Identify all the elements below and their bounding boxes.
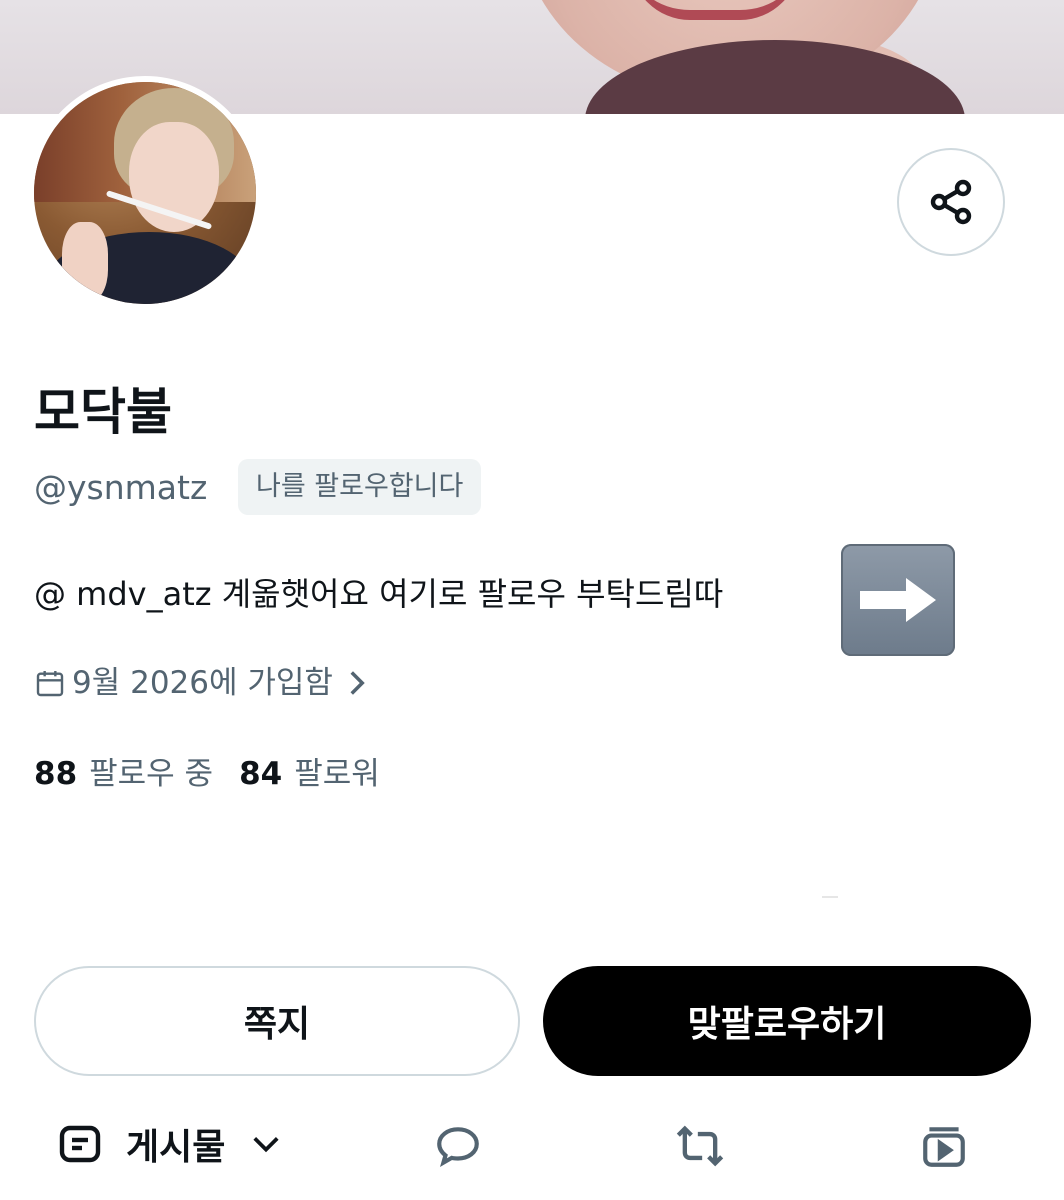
- follows-you-badge: 나를 팔로우합니다: [238, 459, 482, 515]
- calendar-icon: [36, 671, 64, 697]
- divider: [822, 896, 838, 898]
- tab-posts[interactable]: 게시물: [56, 1118, 281, 1170]
- avatar-image: [34, 82, 256, 304]
- avatar[interactable]: [28, 76, 262, 310]
- joined-date-text: 9월 2026에 가입함: [72, 665, 333, 701]
- chevron-down-icon: [253, 1137, 279, 1153]
- followers-link[interactable]: 84 팔로워: [239, 751, 380, 797]
- reply-icon: [437, 1127, 479, 1168]
- followers-label: 팔로워: [294, 756, 380, 792]
- tab-replies[interactable]: [430, 1118, 486, 1174]
- joined-date[interactable]: 9월 2026에 가입함: [34, 660, 373, 706]
- message-button[interactable]: 쪽지: [34, 966, 520, 1076]
- media-icon: [923, 1127, 965, 1167]
- followers-count: 84: [239, 756, 283, 792]
- following-label: 팔로우 중: [89, 756, 214, 792]
- user-handle: @ysnmatz: [34, 468, 208, 507]
- follow-stats: 88 팔로우 중 84 팔로워: [34, 751, 380, 797]
- tab-reposts[interactable]: [672, 1118, 728, 1174]
- follow-back-button[interactable]: 맞팔로우하기: [543, 966, 1031, 1076]
- profile-page: 모닥불 @ysnmatz 나를 팔로우합니다 @ mdv_atz 계옮햇어요 여…: [0, 0, 1064, 1200]
- display-name: 모닥불: [34, 383, 172, 441]
- bio-text: @ mdv_atz 계옮햇어요 여기로 팔로우 부탁드림따: [34, 575, 724, 613]
- posts-icon: [59, 1125, 101, 1163]
- right-arrow-emoji-icon: [841, 544, 955, 656]
- chevron-right-icon: [350, 671, 365, 695]
- tab-media[interactable]: [916, 1118, 972, 1174]
- tab-posts-label: 게시물: [126, 1127, 226, 1168]
- share-button[interactable]: [897, 148, 1005, 256]
- following-count: 88: [34, 756, 78, 792]
- share-icon: [930, 179, 972, 225]
- repost-icon: [676, 1125, 724, 1167]
- following-link[interactable]: 88 팔로우 중: [34, 751, 213, 797]
- profile-tab-bar: 게시물: [0, 1100, 1064, 1190]
